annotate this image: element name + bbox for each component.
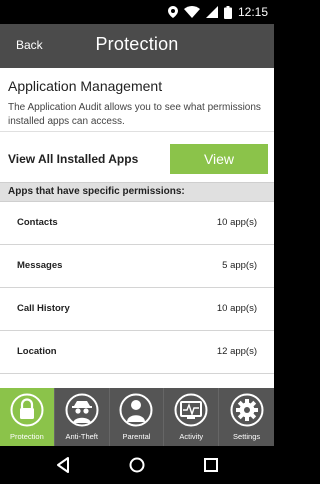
permission-row-messages[interactable]: Messages 5 app(s) <box>0 245 274 288</box>
permission-row-contacts[interactable]: Contacts 10 app(s) <box>0 202 274 245</box>
gear-icon <box>230 393 264 427</box>
tab-protection[interactable]: Protection <box>0 388 55 446</box>
nav-back-icon[interactable] <box>54 456 72 474</box>
nav-recents-icon[interactable] <box>202 456 220 474</box>
battery-icon <box>223 5 232 19</box>
page-title: Protection <box>95 34 179 54</box>
row-count: 10 app(s) <box>216 303 257 314</box>
tab-label: Protection <box>10 432 44 441</box>
tab-anti-theft[interactable]: Anti-Theft <box>55 388 110 446</box>
system-nav-bar <box>0 446 274 484</box>
row-label: Messages <box>17 260 63 271</box>
spy-icon <box>65 393 99 427</box>
wifi-icon <box>183 6 200 18</box>
tab-label: Activity <box>179 432 204 441</box>
tab-label: Parental <box>122 432 151 441</box>
status-time: 12:15 <box>237 5 268 19</box>
view-button[interactable]: View <box>170 144 268 174</box>
row-label: Location <box>17 346 57 357</box>
permissions-heading: Apps that have specific permissions: <box>8 186 185 197</box>
location-icon <box>167 6 178 18</box>
row-count: 12 app(s) <box>216 346 257 357</box>
signal-icon <box>205 6 218 18</box>
status-icons: 12:15 <box>167 4 268 20</box>
row-count: 5 app(s) <box>222 260 257 271</box>
section-description: The Application Audit allows you to see … <box>8 102 261 127</box>
permission-row-call-history[interactable]: Call History 10 app(s) <box>0 288 274 331</box>
bottom-tab-bar: Protection Anti-Theft Parental Activity <box>0 388 274 446</box>
lock-icon <box>10 393 44 427</box>
tab-label: Anti-Theft <box>65 432 98 441</box>
app-header: Back Protection <box>0 24 274 68</box>
permission-row-location[interactable]: Location 12 app(s) <box>0 331 274 374</box>
tab-parental[interactable]: Parental <box>110 388 165 446</box>
main-content[interactable]: Application Management The Application A… <box>0 68 274 388</box>
nav-home-icon[interactable] <box>128 456 146 474</box>
monitor-icon <box>174 393 208 427</box>
tab-settings[interactable]: Settings <box>219 388 274 446</box>
person-icon <box>119 393 153 427</box>
view-all-apps-label: View All Installed Apps <box>8 152 139 166</box>
tab-label: Settings <box>233 432 261 441</box>
permissions-list: Contacts 10 app(s) Messages 5 app(s) Cal… <box>0 202 274 374</box>
section-title: Application Management <box>8 78 163 94</box>
row-label: Call History <box>17 303 70 314</box>
permissions-subheading: Apps that have specific permissions: <box>0 182 274 202</box>
divider <box>0 131 274 132</box>
status-bar: 12:15 <box>0 0 274 24</box>
tab-activity[interactable]: Activity <box>164 388 220 446</box>
row-label: Contacts <box>17 217 58 228</box>
row-count: 10 app(s) <box>216 217 257 228</box>
